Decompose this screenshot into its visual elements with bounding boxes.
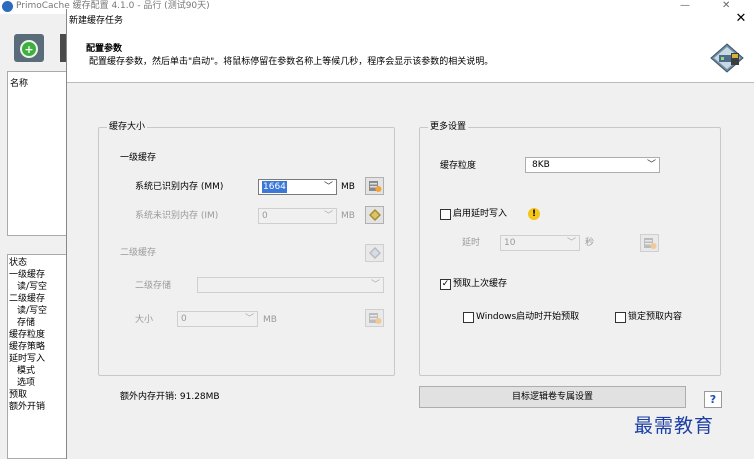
list-item: 选项 (17, 378, 36, 388)
latency-label: 延时 (462, 238, 481, 248)
dialog-header: 配置参数 配置缓存参数，然后单击"启动"。将鼠标停留在参数名称上等候几秒，程序会… (67, 31, 754, 83)
header-title: 配置参数 (86, 44, 123, 54)
level2-size-combo[interactable]: 0 ﹀ (177, 311, 258, 327)
prefetch-checkbox[interactable]: ✓ (440, 279, 451, 290)
checkmark-icon: ✓ (441, 279, 450, 289)
list-item: 延时写入 (9, 354, 46, 364)
level2-storage-combo[interactable]: ﹀ (197, 277, 384, 293)
deferred-write-label: 启用延时写入 (453, 209, 508, 219)
drive-settings-icon (710, 43, 744, 73)
unrecognized-memory-unit: MB (341, 211, 355, 221)
recognized-memory-label: 系统已识别内存 (MM) (135, 182, 224, 192)
cache-size-legend: 缓存大小 (107, 122, 148, 133)
unrecognized-memory-settings-button[interactable] (365, 206, 384, 224)
memory-settings-icon (369, 181, 382, 192)
latency-value: 10 (504, 238, 516, 248)
extra-memory-overhead: 额外内存开销: 91.28MB (120, 392, 220, 402)
chevron-down-icon: ﹀ (323, 182, 333, 192)
granularity-combo[interactable]: 8KB ﹀ (525, 157, 660, 173)
memory-settings-icon (369, 313, 382, 324)
watermark: 最需教育 (634, 415, 715, 437)
prefetch-on-windows-start-checkbox[interactable] (463, 312, 474, 323)
chevron-down-icon: ﹀ (566, 238, 576, 248)
unrecognized-memory-value: 0 (262, 211, 268, 221)
level2-cache-settings-button[interactable] (365, 244, 384, 262)
list-item: 一级缓存 (9, 270, 46, 280)
level2-size-value: 0 (181, 314, 187, 324)
level1-cache-title: 一级缓存 (120, 153, 157, 163)
unrecognized-memory-combo[interactable]: 0 ﹀ (258, 208, 337, 224)
deferred-write-checkbox[interactable] (440, 209, 451, 220)
granularity-label: 缓存粒度 (440, 161, 477, 171)
app-icon (2, 1, 13, 12)
list-item: 模式 (17, 366, 36, 376)
target-volume-settings-button[interactable]: 目标逻辑卷专属设置 (419, 386, 686, 408)
dialog-title: 新建缓存任务 (69, 16, 124, 26)
chevron-down-icon: ﹀ (646, 160, 656, 170)
level2-size-label: 大小 (135, 315, 154, 325)
task-list[interactable]: 名称 (7, 71, 66, 236)
latency-settings-button[interactable] (640, 234, 659, 252)
latency-combo[interactable]: 10 ﹀ (500, 235, 580, 251)
task-list-header-name: 名称 (10, 79, 29, 89)
lock-prefetch-content-label: 锁定预取内容 (628, 312, 683, 322)
level2-storage-label: 二级存储 (135, 281, 172, 291)
add-icon: + (20, 40, 38, 58)
close-icon[interactable]: ✕ (731, 10, 751, 28)
help-icon[interactable]: ? (704, 391, 722, 408)
properties-list[interactable]: 状态 一级缓存 读/写空 二级缓存 读/写空 存储 缓存粒度 缓存策略 延时写入… (7, 254, 66, 459)
list-item: 缓存策略 (9, 342, 46, 352)
list-item: 读/写空 (17, 306, 48, 316)
granularity-value: 8KB (532, 160, 550, 170)
more-settings-legend: 更多设置 (428, 122, 469, 133)
list-item: 额外开销 (9, 402, 46, 412)
lock-prefetch-content-checkbox[interactable] (615, 312, 626, 323)
warning-icon: ! (528, 208, 540, 220)
chevron-down-icon: ﹀ (370, 280, 380, 290)
chevron-down-icon: ﹀ (244, 314, 254, 324)
list-item: 读/写空 (17, 282, 48, 292)
dialog-titlebar: 新建缓存任务 ✕ (67, 9, 754, 31)
unrecognized-memory-label: 系统未识别内存 (IM) (135, 211, 219, 221)
recognized-memory-unit: MB (341, 182, 355, 192)
list-item: 存储 (17, 318, 36, 328)
prefetch-on-windows-start-label: Windows启动时开始预取 (476, 312, 580, 322)
list-item: 二级缓存 (9, 294, 46, 304)
header-description: 配置缓存参数，然后单击"启动"。将鼠标停留在参数名称上等候几秒，程序会显示该参数… (89, 57, 494, 67)
memory-chip-icon (369, 209, 381, 221)
recognized-memory-combo[interactable]: 1664 ﹀ (258, 179, 337, 195)
new-cache-task-dialog: 新建缓存任务 ✕ 配置参数 配置缓存参数，然后单击"启动"。将鼠标停留在参数名称… (66, 9, 754, 459)
recognized-memory-value: 1664 (262, 181, 287, 193)
list-item: 缓存粒度 (9, 330, 46, 340)
chevron-down-icon: ﹀ (323, 211, 333, 221)
level2-cache-title: 二级缓存 (120, 248, 157, 258)
latency-unit: 秒 (585, 238, 595, 248)
prefetch-label: 预取上次缓存 (453, 279, 508, 289)
disk-settings-icon (369, 247, 381, 259)
list-item: 预取 (9, 390, 28, 400)
memory-settings-icon (644, 238, 657, 249)
recognized-memory-settings-button[interactable] (365, 177, 384, 195)
new-task-toolbar-button[interactable]: + (14, 34, 44, 62)
list-item: 状态 (9, 258, 28, 268)
level2-size-settings-button[interactable] (365, 309, 384, 327)
level2-size-unit: MB (263, 315, 277, 325)
